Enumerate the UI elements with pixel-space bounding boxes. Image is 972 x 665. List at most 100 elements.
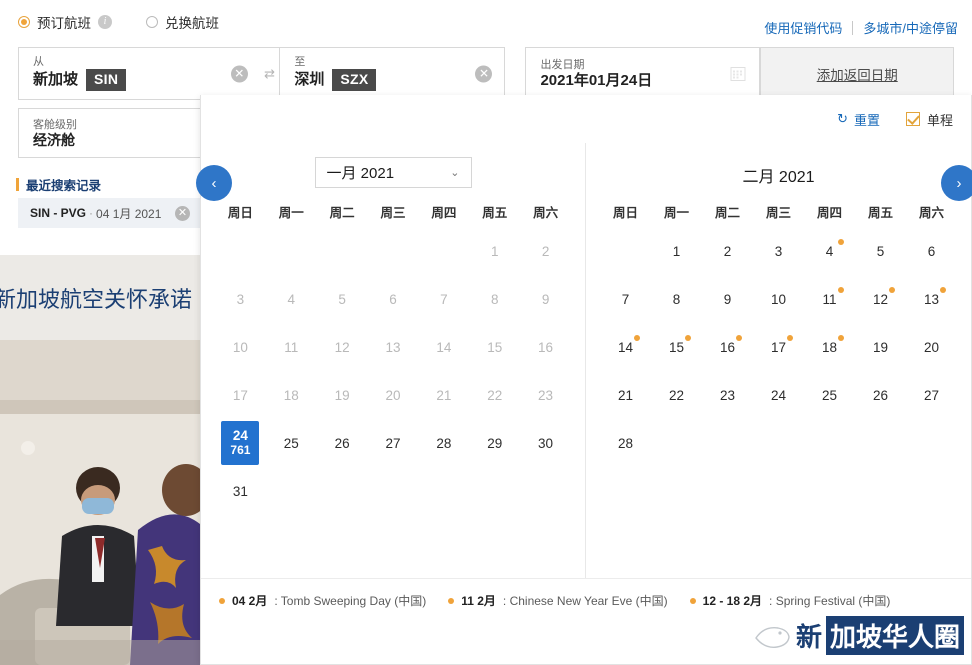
origin-clear-icon[interactable]: ✕ — [231, 65, 248, 82]
day-cell[interactable]: 4 — [804, 227, 855, 275]
holiday-dot-icon — [838, 287, 844, 293]
info-icon[interactable]: i — [98, 15, 112, 29]
day-cell[interactable]: 12 — [855, 275, 906, 323]
add-return-date-button[interactable]: 添加返回日期 — [760, 47, 954, 100]
reset-button[interactable]: ↻ 重置 — [837, 110, 880, 129]
weekday-thu: 周四 — [418, 202, 469, 221]
top-links: 使用促销代码 多城市/中途停留 — [764, 18, 958, 37]
day-cell: 17 — [215, 371, 266, 419]
promo-banner-headline: 新加坡航空关怀承诺 — [0, 255, 200, 340]
promo-banner-text: 新加坡航空关怀承诺 — [0, 282, 192, 314]
day-number: 15 — [669, 340, 684, 355]
day-cell: 1 — [469, 227, 520, 275]
oneway-check-icon[interactable] — [906, 112, 920, 126]
day-cell[interactable]: 26 — [855, 371, 906, 419]
oneway-label: 单程 — [927, 110, 953, 129]
radio-redeem-flight[interactable]: 兑换航班 — [146, 12, 219, 32]
day-number: 6 — [389, 292, 397, 307]
day-cell[interactable]: 19 — [855, 323, 906, 371]
holiday-dot-icon — [940, 287, 946, 293]
day-cell[interactable]: 27 — [906, 371, 957, 419]
recent-search-item[interactable]: SIN - PVG · 04 1月 2021 ✕ — [18, 198, 200, 228]
day-cell[interactable]: 8 — [651, 275, 702, 323]
promo-banner-photo — [0, 340, 200, 665]
links-divider — [852, 21, 853, 35]
day-cell[interactable]: 10 — [753, 275, 804, 323]
holiday-dot-icon — [787, 335, 793, 341]
day-cell[interactable]: 1 — [651, 227, 702, 275]
day-number: 7 — [440, 292, 448, 307]
day-cell[interactable]: 22 — [651, 371, 702, 419]
departure-date-field[interactable]: 出发日期 2021年01月24日 — [525, 47, 760, 100]
day-cell[interactable]: 20 — [906, 323, 957, 371]
day-cell-empty — [317, 227, 368, 275]
day-number: 16 — [538, 340, 553, 355]
prev-month-button[interactable]: ‹ — [196, 165, 232, 201]
day-cell-empty — [266, 227, 317, 275]
recent-accent-bar — [16, 178, 19, 191]
day-cell: 22 — [469, 371, 520, 419]
day-grid-january: 1234567891011121314151617181920212223247… — [201, 227, 585, 515]
month-select-january[interactable]: 一月 2021 ⌄ — [315, 157, 472, 188]
destination-field[interactable]: 至 深圳SZX ✕ — [279, 47, 505, 100]
day-cell[interactable]: 24 — [753, 371, 804, 419]
day-cell[interactable]: 17 — [753, 323, 804, 371]
day-cell: 20 — [368, 371, 419, 419]
day-cell: 8 — [469, 275, 520, 323]
day-cell[interactable]: 13 — [906, 275, 957, 323]
day-number: 31 — [233, 484, 248, 499]
day-cell[interactable]: 25 — [266, 419, 317, 467]
day-cell[interactable]: 14 — [600, 323, 651, 371]
day-number: 9 — [724, 292, 732, 307]
chevron-down-icon: ⌄ — [450, 166, 459, 179]
origin-field[interactable]: 从 新加坡SIN ✕ — [18, 47, 260, 100]
day-cell-selected[interactable]: 24761 — [215, 419, 266, 467]
day-cell[interactable]: 18 — [804, 323, 855, 371]
day-cell: 15 — [469, 323, 520, 371]
swap-arrows-icon[interactable]: ⇄ — [260, 47, 280, 100]
day-cell[interactable]: 23 — [702, 371, 753, 419]
add-return-date-label: 添加返回日期 — [817, 64, 898, 84]
day-number: 8 — [491, 292, 499, 307]
radio-book-flight-dot[interactable] — [18, 16, 30, 28]
multi-city-link[interactable]: 多城市/中途停留 — [863, 18, 958, 37]
day-cell[interactable]: 11 — [804, 275, 855, 323]
promo-code-link[interactable]: 使用促销代码 — [764, 18, 842, 37]
day-cell[interactable]: 5 — [855, 227, 906, 275]
legend-item: 04 2月: Tomb Sweeping Day (中国) — [219, 592, 426, 609]
day-cell[interactable]: 26 — [317, 419, 368, 467]
reset-label: 重置 — [854, 110, 880, 129]
day-number: 21 — [618, 388, 633, 403]
day-number: 5 — [338, 292, 346, 307]
day-number: 1 — [673, 244, 681, 259]
destination-clear-icon[interactable]: ✕ — [475, 65, 492, 82]
day-number: 10 — [771, 292, 786, 307]
calendar-panel: ↻ 重置 单程 一月 2021 ⌄ 周日 周一 周二 — [200, 95, 972, 665]
radio-redeem-flight-dot[interactable] — [146, 16, 158, 28]
day-cell[interactable]: 29 — [469, 419, 520, 467]
day-cell[interactable]: 3 — [753, 227, 804, 275]
day-cell[interactable]: 31 — [215, 467, 266, 515]
recent-separator: · — [89, 206, 93, 220]
day-cell[interactable]: 27 — [368, 419, 419, 467]
day-number: 4 — [288, 292, 296, 307]
page-scrollbar[interactable] — [965, 0, 972, 665]
day-cell[interactable]: 28 — [600, 419, 651, 467]
day-cell[interactable]: 7 — [600, 275, 651, 323]
day-number: 25 — [284, 436, 299, 451]
day-cell[interactable]: 6 — [906, 227, 957, 275]
day-cell[interactable]: 15 — [651, 323, 702, 371]
day-cell[interactable]: 9 — [702, 275, 753, 323]
day-cell[interactable]: 28 — [418, 419, 469, 467]
radio-book-flight[interactable]: 预订航班 i — [18, 12, 112, 32]
day-cell[interactable]: 21 — [600, 371, 651, 419]
day-cell[interactable]: 2 — [702, 227, 753, 275]
day-cell: 13 — [368, 323, 419, 371]
recent-remove-icon[interactable]: ✕ — [175, 206, 190, 221]
day-cell: 12 — [317, 323, 368, 371]
day-cell[interactable]: 25 — [804, 371, 855, 419]
oneway-checkbox[interactable]: 单程 — [906, 110, 953, 129]
day-cell[interactable]: 16 — [702, 323, 753, 371]
calendar-months: 一月 2021 ⌄ 周日 周一 周二 周三 周四 周五 周六 123456789… — [201, 143, 971, 578]
day-cell[interactable]: 30 — [520, 419, 571, 467]
